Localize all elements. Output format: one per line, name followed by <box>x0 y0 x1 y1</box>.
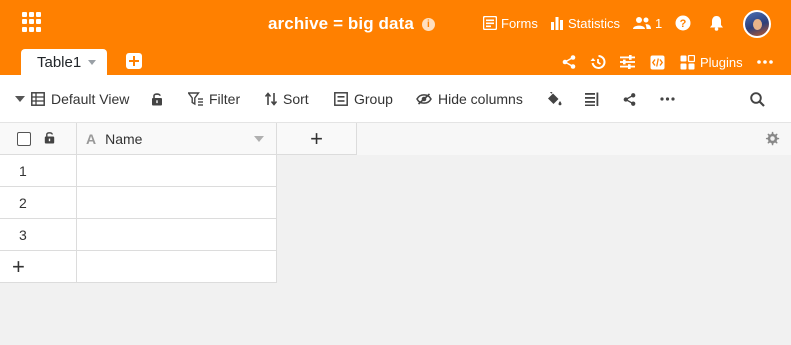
row-number-3[interactable]: 3 <box>0 219 77 251</box>
statistics-label: Statistics <box>568 15 621 31</box>
add-column-button[interactable]: + <box>277 123 357 155</box>
plugins-button[interactable]: Plugins <box>680 53 743 71</box>
bar-chart-icon <box>551 17 563 30</box>
group-button[interactable]: Group <box>334 90 393 108</box>
table-cell-name-row-1[interactable] <box>77 155 277 187</box>
row-number-label: 2 <box>19 194 27 211</box>
sort-icon <box>265 92 277 106</box>
info-icon[interactable]: i <box>421 17 435 31</box>
tab-table1[interactable]: Table1 <box>21 49 107 75</box>
code-button[interactable] <box>650 53 665 71</box>
app-header: archive = big data i Forms Statistics 1 <box>0 0 791 75</box>
base-title[interactable]: archive = big data <box>268 14 414 34</box>
add-table-button[interactable] <box>126 53 142 69</box>
more-horizontal-icon <box>660 97 675 101</box>
base-title-area: archive = big data i <box>268 13 435 35</box>
chevron-down-icon[interactable] <box>88 59 97 65</box>
filter-icon <box>188 92 203 106</box>
group-label: Group <box>354 91 393 107</box>
search-button[interactable] <box>750 90 765 108</box>
code-icon <box>650 55 665 69</box>
share-view-button[interactable] <box>623 90 636 108</box>
select-all-checkbox[interactable] <box>17 132 31 146</box>
chevron-down-icon[interactable] <box>254 136 264 142</box>
user-avatar[interactable] <box>743 10 771 38</box>
view-label: Default View <box>51 91 130 107</box>
table-view-icon <box>31 92 45 106</box>
column-name-label: Name <box>105 130 143 147</box>
search-icon <box>750 91 765 107</box>
more-options-button[interactable] <box>757 53 773 71</box>
text-column-icon: A <box>86 130 97 147</box>
plugins-icon <box>680 54 695 69</box>
view-selector[interactable]: Default View <box>15 90 129 108</box>
plus-icon: + <box>310 125 323 151</box>
row-number-1[interactable]: 1 <box>0 155 77 187</box>
tab-label: Table1 <box>37 53 82 71</box>
sliders-icon <box>620 55 635 69</box>
settings-sliders-button[interactable] <box>620 53 635 71</box>
notifications-button[interactable] <box>709 12 724 34</box>
help-icon: ? <box>675 15 691 31</box>
row-number-label: 1 <box>19 162 27 179</box>
share-icon <box>623 92 636 106</box>
plus-icon: + <box>12 253 25 279</box>
row-height-icon <box>585 92 599 106</box>
statistics-button[interactable]: Statistics <box>550 12 620 34</box>
group-icon <box>334 92 348 106</box>
forms-icon <box>483 16 497 30</box>
history-button[interactable] <box>590 53 606 71</box>
row-number-2[interactable]: 2 <box>0 187 77 219</box>
column-header-name[interactable]: A Name <box>77 123 277 155</box>
unlock-icon <box>152 93 162 106</box>
collaborators-button[interactable]: 1 <box>633 12 662 34</box>
hide-columns-label: Hide columns <box>438 91 523 107</box>
forms-button[interactable]: Forms <box>483 12 538 34</box>
view-lock-button[interactable] <box>151 90 163 108</box>
view-toolbar: Default View Filter Sort Group Hide colu… <box>0 75 791 123</box>
svg-text:?: ? <box>680 18 687 30</box>
table-cell-name-row-3[interactable] <box>77 219 277 251</box>
sort-button[interactable]: Sort <box>265 90 309 108</box>
collaborators-count: 1 <box>655 15 663 31</box>
add-row-button[interactable]: + <box>0 251 77 283</box>
bell-icon <box>710 16 723 31</box>
sort-label: Sort <box>283 91 309 107</box>
help-button[interactable]: ? <box>675 12 691 34</box>
hide-columns-button[interactable]: Hide columns <box>416 90 523 108</box>
chevron-down-icon <box>15 96 25 102</box>
select-all-cell <box>0 123 77 155</box>
filter-button[interactable]: Filter <box>188 90 240 108</box>
apps-grid-icon[interactable] <box>22 12 42 32</box>
filter-label: Filter <box>209 91 241 107</box>
more-horizontal-icon <box>757 60 773 64</box>
gear-icon[interactable] <box>765 131 780 146</box>
eye-slash-icon <box>416 93 432 105</box>
plugins-label: Plugins <box>700 54 743 70</box>
add-row-cell[interactable] <box>77 251 277 283</box>
users-icon <box>633 17 651 29</box>
toolbar-more-button[interactable] <box>660 90 675 108</box>
row-number-label: 3 <box>19 226 27 243</box>
forms-label: Forms <box>501 15 538 31</box>
share-button[interactable] <box>562 53 576 71</box>
history-icon <box>590 54 606 69</box>
row-color-button[interactable] <box>546 90 562 108</box>
unlock-icon[interactable] <box>44 131 55 144</box>
share-icon <box>562 55 576 69</box>
table-cell-name-row-2[interactable] <box>77 187 277 219</box>
paint-bucket-icon <box>548 91 562 105</box>
row-height-button[interactable] <box>585 90 599 108</box>
